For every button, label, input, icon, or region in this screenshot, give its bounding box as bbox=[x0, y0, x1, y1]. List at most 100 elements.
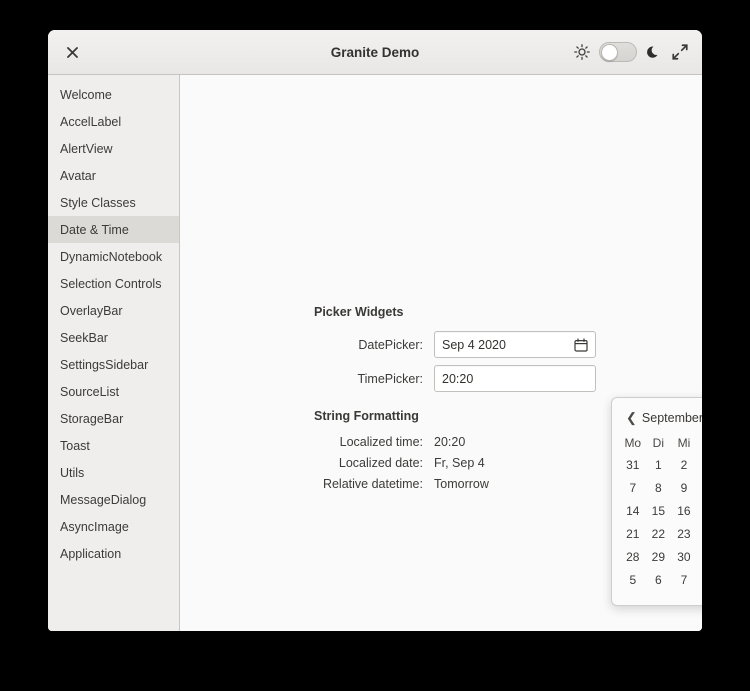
sidebar-item-label: Avatar bbox=[60, 168, 96, 183]
theme-toggle-switch[interactable] bbox=[599, 42, 637, 62]
calendar-weekday-header: Mo bbox=[624, 436, 642, 450]
calendar-weekday-header: Di bbox=[652, 436, 665, 450]
sidebar-item-label: OverlayBar bbox=[60, 303, 123, 318]
time-picker-value: 20:20 bbox=[442, 371, 474, 386]
sidebar-item-label: StorageBar bbox=[60, 411, 124, 426]
calendar-header: ❮ September ❯ ❮ 2020 ❯ bbox=[620, 408, 702, 425]
sidebar-item-messagedialog[interactable]: MessageDialog bbox=[48, 486, 179, 513]
headerbar-controls bbox=[574, 42, 689, 62]
sidebar-item-label: Style Classes bbox=[60, 195, 136, 210]
sidebar-item-asyncimage[interactable]: AsyncImage bbox=[48, 513, 179, 540]
date-picker-input[interactable]: Sep 4 2020 bbox=[434, 331, 596, 358]
format-row: Localized time: 20:20 bbox=[314, 435, 466, 449]
application-window: Granite Demo Welcome AccelLabel AlertVie… bbox=[48, 30, 702, 631]
calendar-day-cell[interactable]: 30 bbox=[671, 547, 697, 568]
sidebar-item-seekbar[interactable]: SeekBar bbox=[48, 324, 179, 351]
calendar-day-cell[interactable]: 2 bbox=[671, 455, 697, 476]
time-picker-row: TimePicker: 20:20 bbox=[314, 365, 596, 392]
toggle-knob bbox=[601, 44, 618, 61]
format-row: Localized date: Fr, Sep 4 bbox=[314, 456, 485, 470]
moon-icon bbox=[647, 46, 658, 58]
calendar-month-label: September bbox=[641, 410, 702, 425]
calendar-day-cell[interactable]: 22 bbox=[646, 524, 672, 545]
calendar-icon bbox=[574, 337, 588, 352]
sidebar-item-toast[interactable]: Toast bbox=[48, 432, 179, 459]
string-formatting-title: String Formatting bbox=[314, 409, 419, 423]
format-row-value: Fr, Sep 4 bbox=[434, 456, 485, 470]
calendar-day-cell[interactable]: 8 bbox=[697, 570, 702, 591]
calendar-day-cell[interactable]: 3 bbox=[697, 455, 702, 476]
sidebar-item-label: SettingsSidebar bbox=[60, 357, 149, 372]
calendar-day-cell[interactable]: 5 bbox=[620, 570, 646, 591]
picker-widgets-title: Picker Widgets bbox=[314, 305, 404, 319]
sidebar-item-date-time[interactable]: Date & Time bbox=[48, 216, 179, 243]
sidebar-item-selection-controls[interactable]: Selection Controls bbox=[48, 270, 179, 297]
calendar-day-cell[interactable]: 9 bbox=[671, 478, 697, 499]
sidebar-item-label: Date & Time bbox=[60, 222, 129, 237]
sidebar-item-label: SourceList bbox=[60, 384, 120, 399]
sidebar-item-label: Toast bbox=[60, 438, 90, 453]
screen: Granite Demo Welcome AccelLabel AlertVie… bbox=[0, 0, 750, 691]
calendar-grid: MoDiMiDoFrSaSo31123456789101112131415161… bbox=[620, 433, 702, 591]
sun-icon bbox=[574, 44, 590, 60]
sidebar-item-style-classes[interactable]: Style Classes bbox=[48, 189, 179, 216]
month-navigation: ❮ September ❯ bbox=[624, 410, 702, 425]
sidebar-item-label: DynamicNotebook bbox=[60, 249, 163, 264]
calendar-day-cell[interactable]: 7 bbox=[620, 478, 646, 499]
calendar-day-cell[interactable]: 17 bbox=[697, 501, 702, 522]
sidebar-item-alertview[interactable]: AlertView bbox=[48, 135, 179, 162]
format-row-label: Localized time: bbox=[339, 435, 423, 449]
month-prev-button[interactable]: ❮ bbox=[624, 410, 639, 425]
calendar-day-cell[interactable]: 29 bbox=[646, 547, 672, 568]
close-button[interactable] bbox=[61, 41, 83, 63]
window-headerbar: Granite Demo bbox=[48, 30, 702, 75]
date-picker-value: Sep 4 2020 bbox=[442, 337, 506, 352]
sidebar-item-welcome[interactable]: Welcome bbox=[48, 81, 179, 108]
sidebar-item-settingssidebar[interactable]: SettingsSidebar bbox=[48, 351, 179, 378]
format-row-label: Relative datetime: bbox=[322, 477, 423, 491]
sidebar-item-label: Welcome bbox=[60, 87, 112, 102]
calendar-day-cell[interactable]: 1 bbox=[697, 547, 702, 568]
close-icon bbox=[66, 46, 78, 58]
date-picker-row: DatePicker: Sep 4 2020 bbox=[314, 331, 596, 358]
calendar-day-cell[interactable]: 7 bbox=[671, 570, 697, 591]
calendar-day-cell[interactable]: 15 bbox=[646, 501, 672, 522]
sidebar-item-label: AlertView bbox=[60, 141, 113, 156]
sidebar-item-dynamicnotebook[interactable]: DynamicNotebook bbox=[48, 243, 179, 270]
calendar-weekday-header: Mi bbox=[677, 436, 691, 450]
window-body: Welcome AccelLabel AlertView Avatar Style Cl… bbox=[48, 75, 702, 631]
calendar-day-cell[interactable]: 8 bbox=[646, 478, 672, 499]
calendar-day-cell[interactable]: 23 bbox=[671, 524, 697, 545]
calendar-day-cell[interactable]: 6 bbox=[646, 570, 672, 591]
time-picker-input[interactable]: 20:20 bbox=[434, 365, 596, 392]
sidebar-item-application[interactable]: Application bbox=[48, 540, 179, 567]
calendar-day-cell[interactable]: 28 bbox=[620, 547, 646, 568]
sidebar: Welcome AccelLabel AlertView Avatar Style Cl… bbox=[48, 75, 180, 631]
calendar-day-cell[interactable]: 16 bbox=[671, 501, 697, 522]
content-area: Picker Widgets DatePicker: Sep 4 2020 Ti… bbox=[180, 75, 702, 631]
format-row: Relative datetime: Tomorrow bbox=[314, 477, 489, 491]
sidebar-item-storagebar[interactable]: StorageBar bbox=[48, 405, 179, 432]
maximize-icon[interactable] bbox=[671, 43, 689, 61]
sidebar-item-label: Utils bbox=[60, 465, 85, 480]
calendar-day-cell[interactable]: 24 bbox=[697, 524, 702, 545]
calendar-day-cell[interactable]: 10 bbox=[697, 478, 702, 499]
date-picker-label: DatePicker: bbox=[358, 337, 423, 352]
sidebar-item-label: AsyncImage bbox=[60, 519, 129, 534]
calendar-day-cell[interactable]: 14 bbox=[620, 501, 646, 522]
format-row-value: Tomorrow bbox=[434, 477, 489, 491]
sidebar-item-avatar[interactable]: Avatar bbox=[48, 162, 179, 189]
time-picker-label: TimePicker: bbox=[357, 371, 423, 386]
sidebar-item-overlaybar[interactable]: OverlayBar bbox=[48, 297, 179, 324]
sidebar-item-label: AccelLabel bbox=[60, 114, 122, 129]
calendar-weekday-header: Do bbox=[697, 433, 703, 453]
sidebar-item-label: SeekBar bbox=[60, 330, 108, 345]
sidebar-item-utils[interactable]: Utils bbox=[48, 459, 179, 486]
sidebar-item-sourcelist[interactable]: SourceList bbox=[48, 378, 179, 405]
sidebar-item-accellabel[interactable]: AccelLabel bbox=[48, 108, 179, 135]
format-row-label: Localized date: bbox=[338, 456, 423, 470]
calendar-day-cell[interactable]: 21 bbox=[620, 524, 646, 545]
calendar-day-cell[interactable]: 31 bbox=[620, 455, 646, 476]
calendar-popover-panel: ❮ September ❯ ❮ 2020 ❯ MoDiMiDoFrSaSo311… bbox=[611, 397, 702, 606]
calendar-day-cell[interactable]: 1 bbox=[646, 455, 672, 476]
